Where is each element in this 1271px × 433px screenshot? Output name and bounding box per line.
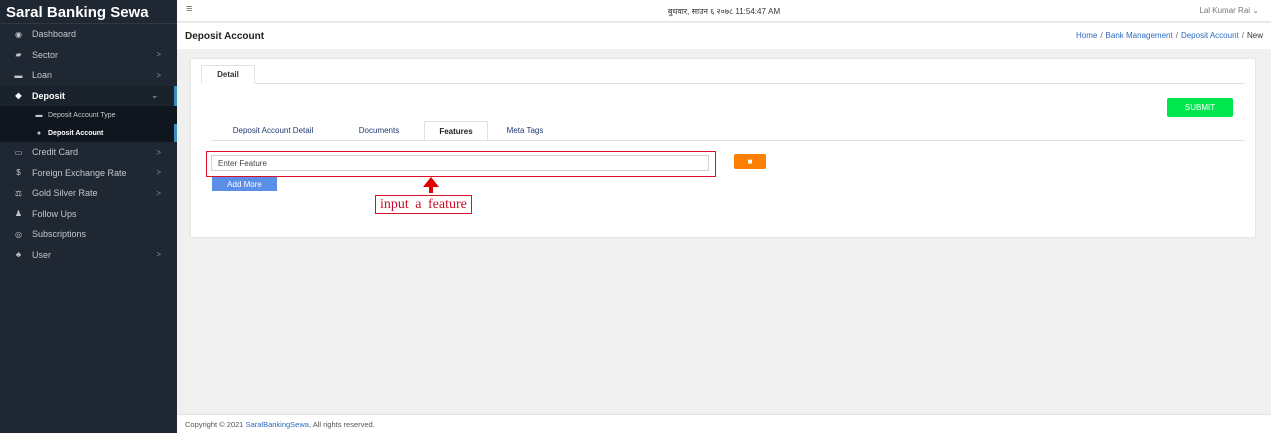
sidebar: Saral Banking Sewa ◉ Dashboard ▰ Sector …	[0, 0, 177, 433]
tab-documents[interactable]: Documents	[348, 121, 410, 140]
sidebar-subitem-deposit-account-type[interactable]: ▬ Deposit Account Type	[0, 106, 177, 124]
footer: Copyright © 2021 SaralBankingSewa, All r…	[177, 414, 1271, 433]
sidebar-item-label: Gold Silver Rate	[32, 188, 98, 199]
footer-copyright: Copyright © 2021 SaralBankingSewa, All r…	[185, 420, 375, 429]
tab-features[interactable]: Features	[424, 121, 488, 140]
inner-tab-divider	[211, 140, 1245, 141]
sidebar-item-label: Credit Card	[32, 147, 79, 158]
card-icon: ▬	[35, 111, 43, 119]
tab-deposit-account-detail[interactable]: Deposit Account Detail	[217, 121, 329, 140]
user-follow-icon: ♟	[14, 209, 23, 219]
dashboard-icon: ◉	[15, 29, 22, 39]
feature-highlight-box	[206, 151, 716, 177]
top-navbar: ≡ बुधवार, साउन ६ २०७८ 11:54:47 AM Lal Ku…	[177, 0, 1271, 22]
subscription-icon: ◎	[15, 229, 22, 239]
sidebar-subitem-deposit-account[interactable]: ● Deposit Account	[0, 124, 177, 142]
sidebar-item-credit-card[interactable]: ▭ Credit Card >	[0, 142, 177, 163]
folder-icon: ▰	[15, 50, 22, 60]
money-icon: ▬	[14, 70, 23, 80]
credit-card-icon: ▭	[14, 147, 23, 157]
breadcrumb-current: New	[1246, 31, 1263, 40]
breadcrumb: Home / Bank Management / Deposit Account / New	[1075, 31, 1263, 40]
piggy-bank-icon: ◆	[15, 91, 22, 101]
breadcrumb-home[interactable]: Home	[1076, 31, 1097, 40]
card-tab-divider	[201, 83, 1245, 84]
chevron-right-icon: >	[156, 70, 161, 80]
annotation-arrow-stem	[429, 186, 433, 193]
sidebar-item-user[interactable]: ♣ User >	[0, 245, 177, 266]
sidebar-item-label: Foreign Exchange Rate	[32, 167, 127, 178]
sidebar-item-gold-silver-rate[interactable]: ⚖ Gold Silver Rate >	[0, 183, 177, 204]
sidebar-item-label: Loan	[32, 70, 53, 81]
current-datetime: बुधवार, साउन ६ २०७८ 11:54:47 AM	[667, 7, 781, 16]
sidebar-item-label: Dashboard	[32, 29, 77, 40]
sidebar-item-subscriptions[interactable]: ◎ Subscriptions	[0, 224, 177, 245]
sidebar-item-follow-ups[interactable]: ♟ Follow Ups	[0, 204, 177, 225]
tab-detail[interactable]: Detail	[201, 65, 255, 84]
deposit-account-form-card: Detail SUBMIT Deposit Account Detail Doc…	[191, 59, 1255, 237]
user-menu[interactable]: Lal Kumar Rai ⌄	[1199, 6, 1259, 15]
chevron-right-icon: >	[156, 250, 161, 260]
submit-button[interactable]: SUBMIT	[1167, 98, 1233, 117]
trash-icon: ■	[747, 157, 753, 166]
sidebar-subitem-label: Deposit Account Type	[48, 111, 116, 119]
users-icon: ♣	[15, 250, 22, 260]
chevron-right-icon: >	[156, 147, 161, 157]
chevron-right-icon: >	[156, 168, 161, 178]
breadcrumb-deposit-account[interactable]: Deposit Account	[1181, 31, 1239, 40]
chevron-down-icon: ⌄	[151, 91, 158, 101]
chevron-right-icon: >	[156, 50, 161, 60]
brand-title[interactable]: Saral Banking Sewa	[0, 0, 177, 24]
deposit-submenu: ▬ Deposit Account Type ● Deposit Account	[0, 106, 177, 142]
page-header: Deposit Account Home / Bank Management / Dep…	[177, 23, 1271, 49]
feature-input[interactable]	[211, 155, 709, 171]
footer-suffix: , All rights reserved.	[308, 420, 375, 429]
annotation-label: input a feature	[375, 195, 472, 214]
tab-meta-tags[interactable]: Meta Tags	[497, 121, 553, 140]
sidebar-item-sector[interactable]: ▰ Sector >	[0, 45, 177, 66]
sidebar-item-deposit[interactable]: ◆ Deposit ⌄	[0, 85, 177, 106]
breadcrumb-bank-management[interactable]: Bank Management	[1106, 31, 1173, 40]
sidebar-item-label: Follow Ups	[32, 208, 77, 219]
sidebar-item-label: Sector	[32, 49, 59, 60]
add-more-button[interactable]: Add More	[212, 177, 277, 191]
gold-icon: ⚖	[14, 188, 23, 198]
delete-feature-button[interactable]: ■	[734, 154, 766, 169]
footer-link[interactable]: SaralBankingSewa	[246, 420, 309, 429]
chevron-right-icon: >	[156, 188, 161, 198]
footer-prefix: Copyright © 2021	[185, 420, 246, 429]
page-title: Deposit Account	[185, 31, 265, 42]
account-icon: ●	[36, 129, 42, 137]
dollar-icon: $	[16, 168, 21, 178]
sidebar-subitem-label: Deposit Account	[48, 129, 104, 137]
sidebar-item-loan[interactable]: ▬ Loan >	[0, 65, 177, 86]
sidebar-item-dashboard[interactable]: ◉ Dashboard	[0, 24, 177, 45]
sidebar-item-label: User	[32, 249, 52, 260]
sidebar-item-foreign-exchange-rate[interactable]: $ Foreign Exchange Rate >	[0, 163, 177, 184]
sidebar-item-label: Deposit	[32, 90, 66, 101]
sidebar-item-label: Subscriptions	[32, 229, 87, 240]
